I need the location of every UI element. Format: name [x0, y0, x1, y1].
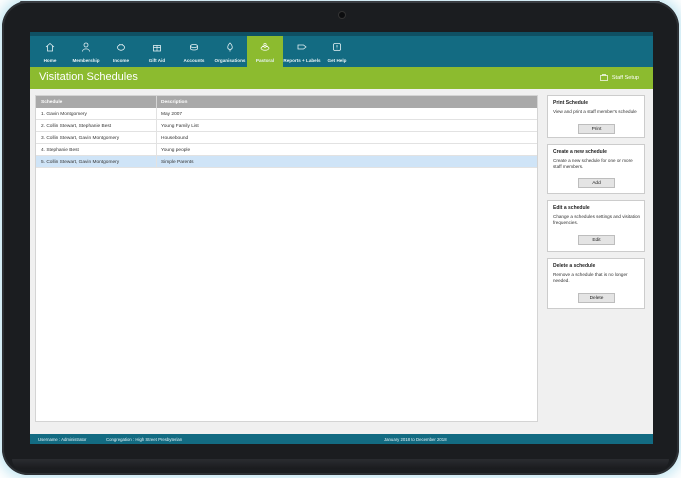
nav-item-income[interactable]: Income [108, 36, 134, 67]
status-bar: Username : Administrator Congregation : … [30, 434, 653, 444]
cell-divider [156, 120, 157, 132]
card-title: Print Schedule [553, 100, 589, 106]
cell-description: May 2007 [161, 111, 183, 117]
nav-label: Income [112, 58, 130, 63]
coins-icon [190, 44, 198, 51]
edit-button[interactable]: Edit [578, 235, 615, 245]
card-title: Create a new schedule [553, 149, 607, 155]
nav-item-membership[interactable]: Membership [68, 36, 104, 67]
nav-label: Reports + Labels [283, 58, 321, 63]
cell-description: Simple Parents [161, 159, 194, 165]
cell-schedule: 4. Stephanie Best [41, 147, 79, 153]
tablet-top-edge [20, 1, 660, 3]
cell-description: Young Family List [161, 123, 199, 129]
print-schedule-card: Print Schedule View and print a staff me… [547, 95, 645, 138]
nav-item-pastoral[interactable]: Pastoral [247, 36, 283, 67]
table-row[interactable]: 2. Collin Stewart, Stephanie Best Young … [36, 120, 537, 132]
nav-label: Accounts [183, 58, 205, 63]
delete-schedule-card: Delete a schedule Remove a schedule that… [547, 258, 645, 309]
card-title: Delete a schedule [553, 263, 596, 269]
person-icon [82, 42, 90, 52]
page-header: Visitation Schedules Staff Setup [30, 67, 653, 89]
create-schedule-card: Create a new schedule Create a new sched… [547, 144, 645, 194]
cell-divider [156, 108, 157, 120]
help-icon [333, 43, 341, 51]
status-username: Username : Administrator [38, 437, 87, 442]
print-button[interactable]: Print [578, 124, 615, 134]
nav-label: Gift Aid [148, 58, 166, 63]
piggy-bank-icon [117, 43, 125, 51]
page-title: Visitation Schedules [39, 71, 138, 83]
status-period: January 2018 to December 2018 [384, 437, 447, 442]
tree-icon [227, 42, 233, 52]
add-button[interactable]: Add [578, 178, 615, 188]
nav-item-gift-aid[interactable]: Gift Aid [142, 36, 172, 67]
cell-divider [156, 144, 157, 156]
table-row[interactable]: 3. Collin Stewart, Gavin Montgomery Hous… [36, 132, 537, 144]
nav-label: Get Help [327, 58, 347, 63]
home-icon [45, 42, 55, 52]
cell-schedule: 5. Collin Stewart, Gavin Montgomery [41, 159, 120, 165]
staff-setup-label: Staff Setup [611, 74, 639, 81]
nav-item-accounts[interactable]: Accounts [179, 36, 209, 67]
table-header: Schedule Description [36, 96, 537, 108]
staff-setup-icon [600, 74, 608, 81]
cell-schedule: 3. Collin Stewart, Gavin Montgomery [41, 135, 120, 141]
cell-schedule: 2. Collin Stewart, Stephanie Best [41, 123, 112, 129]
label-icon [297, 44, 307, 50]
column-header-schedule[interactable]: Schedule [41, 100, 62, 105]
nav-item-home[interactable]: Home [39, 36, 61, 67]
staff-setup-button[interactable]: Staff Setup [600, 74, 639, 81]
tablet-frame: Home Membership Income Gift Aid Accounts… [2, 1, 679, 475]
cell-divider [156, 156, 157, 168]
status-congregation: Congregation : High Street Presbyterian [106, 437, 183, 442]
card-description: View and print a staff member's schedule [553, 109, 637, 114]
cell-description: Young people [161, 147, 191, 153]
cell-schedule: 1. Gavin Montgomery [41, 111, 87, 117]
nav-item-organisations[interactable]: Organisations [213, 36, 247, 67]
cell-divider [156, 132, 157, 144]
card-description: Create a new schedule for one or more st… [553, 158, 633, 169]
nav-label: Membership [72, 58, 100, 63]
main-content: Schedule Description 1. Gavin Montgomery… [30, 89, 653, 434]
schedules-table: Schedule Description 1. Gavin Montgomery… [35, 95, 538, 422]
nav-label: Organisations [214, 58, 246, 63]
cell-description: Housebound [161, 135, 189, 141]
table-row[interactable]: 1. Gavin Montgomery May 2007 [36, 108, 537, 120]
edit-schedule-card: Edit a schedule Change a schedules setti… [547, 200, 645, 252]
card-description: Remove a schedule that is no longer need… [553, 272, 628, 283]
delete-button[interactable]: Delete [578, 293, 615, 303]
top-navigation: Home Membership Income Gift Aid Accounts… [30, 32, 653, 67]
card-title: Edit a schedule [553, 205, 590, 211]
column-divider [156, 96, 157, 108]
column-header-description[interactable]: Description [161, 100, 187, 105]
nav-label: Pastoral [255, 58, 275, 63]
nav-label: Home [43, 58, 57, 63]
nav-item-get-help[interactable]: Get Help [323, 36, 351, 67]
nav-item-reports-labels[interactable]: Reports + Labels [283, 36, 321, 67]
card-description: Change a schedules settings and visitati… [553, 214, 641, 225]
hands-icon [260, 42, 270, 51]
table-row-selected[interactable]: 5. Collin Stewart, Gavin Montgomery Simp… [36, 156, 537, 168]
camera-icon [339, 12, 345, 18]
table-row[interactable]: 4. Stephanie Best Young people [36, 144, 537, 156]
tablet-bottom-bezel [12, 459, 669, 469]
app-screen: Home Membership Income Gift Aid Accounts… [30, 32, 653, 444]
gift-icon [153, 45, 161, 52]
